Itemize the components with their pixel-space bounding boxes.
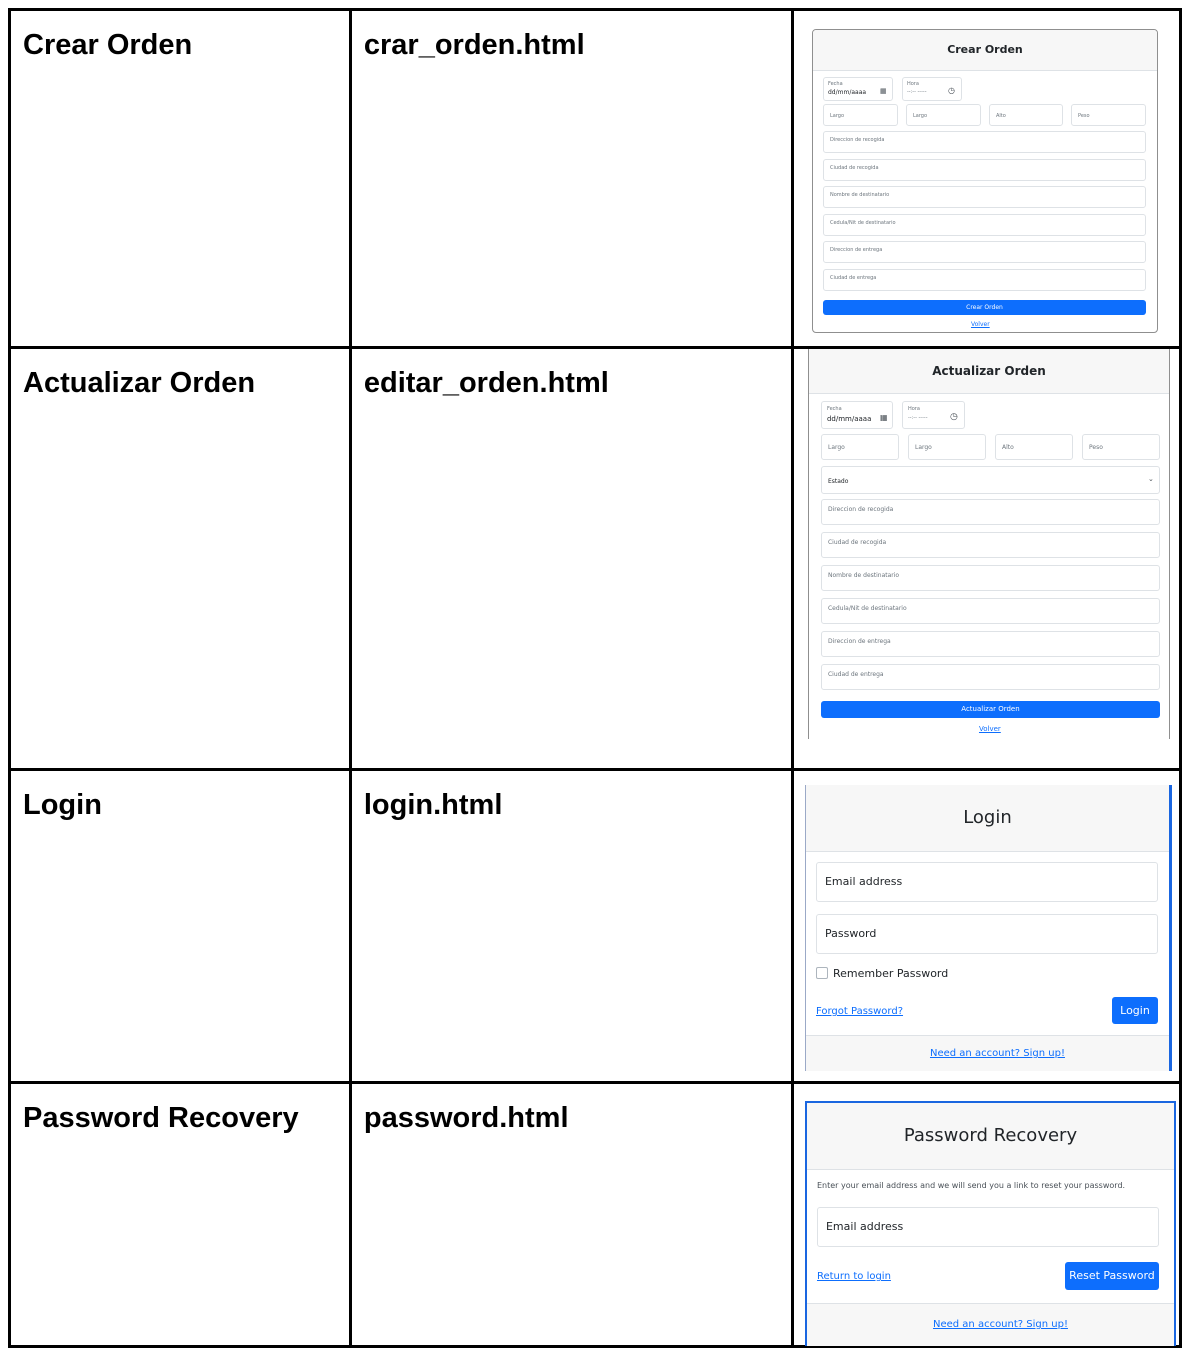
screen-name: Actualizar Orden: [23, 367, 256, 399]
signup-link[interactable]: Need an account? Sign up!: [933, 1319, 1068, 1330]
form-header: Actualizar Orden: [808, 349, 1169, 394]
instructions-text: Enter your email address and we will sen…: [816, 1181, 1126, 1190]
login-header: Login: [805, 785, 1169, 852]
largo-input-2[interactable]: Largo: [907, 434, 986, 460]
table-row-password-recovery: Password Recovery password.html Password…: [8, 1081, 1182, 1348]
alto-input[interactable]: Alto: [994, 434, 1073, 460]
hora-label: Hora: [907, 406, 920, 412]
largo-input-2[interactable]: Largo: [905, 104, 981, 126]
clock-icon: ◷: [949, 412, 958, 422]
actualizar-orden-screenshot: Actualizar Orden Fecha dd/mm/aaaa ▦ Hora…: [807, 349, 1170, 739]
hora-input[interactable]: Hora --:-- ----- ◷: [901, 401, 965, 429]
hora-value: --:-- -----: [907, 415, 928, 421]
cell-screenshot: Crear Orden Fecha dd/mm/aaaa ▦ Hora --:-…: [790, 8, 1182, 349]
peso-input[interactable]: Peso: [1081, 434, 1160, 460]
cell-screenshot: Actualizar Orden Fecha dd/mm/aaaa ▦ Hora…: [790, 346, 1182, 771]
file-name: crar_orden.html: [363, 29, 585, 61]
volver-link[interactable]: Volver: [979, 725, 1001, 733]
ciudad-entrega-input[interactable]: Ciudad de entrega: [820, 664, 1160, 690]
cedula-destinatario-input[interactable]: Cedula/Nit de destinatario: [820, 598, 1160, 624]
crear-orden-button[interactable]: Crear Orden: [822, 300, 1146, 315]
direccion-entrega-input[interactable]: Direccion de entrega: [820, 631, 1160, 657]
estado-value: Estado: [827, 478, 849, 485]
cell-file-name: login.html: [348, 768, 794, 1084]
fecha-label: Fecha: [826, 406, 842, 412]
peso-input[interactable]: Peso: [1070, 104, 1146, 126]
actualizar-orden-button[interactable]: Actualizar Orden: [820, 701, 1160, 718]
volver-link[interactable]: Volver: [971, 321, 990, 328]
forgot-password-link[interactable]: Forgot Password?: [816, 1006, 903, 1017]
signup-link[interactable]: Need an account? Sign up!: [930, 1048, 1065, 1059]
largo-input[interactable]: Largo: [822, 104, 898, 126]
cell-file-name: crar_orden.html: [348, 8, 794, 349]
cell-screen-name: Password Recovery: [8, 1081, 352, 1348]
hora-label: Hora: [906, 81, 919, 87]
fecha-input[interactable]: Fecha dd/mm/aaaa ▦: [820, 401, 893, 429]
reset-password-button[interactable]: Reset Password: [1064, 1262, 1159, 1290]
direccion-recogida-input[interactable]: Direccion de recogida: [822, 131, 1146, 153]
fecha-value: dd/mm/aaaa: [826, 415, 872, 423]
crear-orden-screenshot: Crear Orden Fecha dd/mm/aaaa ▦ Hora --:-…: [811, 29, 1158, 333]
file-name: editar_orden.html: [363, 367, 609, 399]
email-input[interactable]: Email address: [816, 1207, 1159, 1247]
hora-value: --:-- -----: [906, 89, 927, 95]
ciudad-recogida-input[interactable]: Ciudad de recogida: [822, 159, 1146, 181]
estado-select[interactable]: Estado ⌄: [820, 466, 1160, 494]
remember-label: Remember Password: [832, 967, 949, 980]
cell-screenshot: Password Recovery Enter your email addre…: [790, 1081, 1182, 1348]
document-table: Crear Orden crar_orden.html Crear Orden …: [8, 8, 1182, 1348]
email-input[interactable]: Email address: [815, 862, 1158, 902]
screen-name: Login: [23, 789, 102, 821]
password-input[interactable]: Password: [815, 914, 1158, 954]
remember-checkbox[interactable]: [815, 967, 828, 979]
calendar-icon: ▦: [879, 87, 887, 95]
file-name: password.html: [363, 1102, 569, 1134]
cell-screenshot: Login Email address Password Remember Pa…: [790, 768, 1182, 1084]
cell-file-name: editar_orden.html: [348, 346, 794, 771]
calendar-icon: ▦: [879, 413, 888, 422]
login-button[interactable]: Login: [1111, 997, 1158, 1024]
ciudad-recogida-input[interactable]: Ciudad de recogida: [820, 532, 1160, 558]
return-to-login-link[interactable]: Return to login: [817, 1271, 891, 1282]
cell-screen-name: Crear Orden: [8, 8, 352, 349]
form-header: Crear Orden: [812, 30, 1157, 71]
fecha-label: Fecha: [827, 81, 843, 87]
chevron-down-icon: ⌄: [1147, 475, 1154, 483]
cell-screen-name: Login: [8, 768, 352, 1084]
password-recovery-footer: Need an account? Sign up!: [806, 1303, 1174, 1346]
fecha-input[interactable]: Fecha dd/mm/aaaa ▦: [822, 77, 893, 101]
nombre-destinatario-input[interactable]: Nombre de destinatario: [820, 565, 1160, 591]
cedula-destinatario-input[interactable]: Cedula/Nit de destinatario: [822, 214, 1146, 236]
login-screenshot: Login Email address Password Remember Pa…: [804, 785, 1172, 1071]
direccion-recogida-input[interactable]: Direccion de recogida: [820, 499, 1160, 525]
screen-name: Crear Orden: [23, 29, 193, 61]
password-recovery-screenshot: Password Recovery Enter your email addre…: [804, 1101, 1176, 1346]
hora-input[interactable]: Hora --:-- ----- ◷: [901, 77, 962, 101]
table-row-actualizar-orden: Actualizar Orden editar_orden.html Actua…: [8, 346, 1182, 771]
largo-input[interactable]: Largo: [820, 434, 899, 460]
table-row-crear-orden: Crear Orden crar_orden.html Crear Orden …: [8, 8, 1182, 349]
cell-file-name: password.html: [348, 1081, 794, 1348]
nombre-destinatario-input[interactable]: Nombre de destinatario: [822, 186, 1146, 208]
ciudad-entrega-input[interactable]: Ciudad de entrega: [822, 269, 1146, 291]
screen-name: Password Recovery: [23, 1102, 299, 1134]
alto-input[interactable]: Alto: [988, 104, 1063, 126]
table-row-login: Login login.html Login Email address Pas…: [8, 768, 1182, 1084]
direccion-entrega-input[interactable]: Direccion de entrega: [822, 241, 1146, 263]
clock-icon: ◷: [947, 86, 955, 95]
login-footer: Need an account? Sign up!: [805, 1035, 1169, 1071]
password-recovery-header: Password Recovery: [806, 1103, 1174, 1170]
file-name: login.html: [363, 789, 503, 821]
fecha-value: dd/mm/aaaa: [827, 89, 867, 96]
cell-screen-name: Actualizar Orden: [8, 346, 352, 771]
